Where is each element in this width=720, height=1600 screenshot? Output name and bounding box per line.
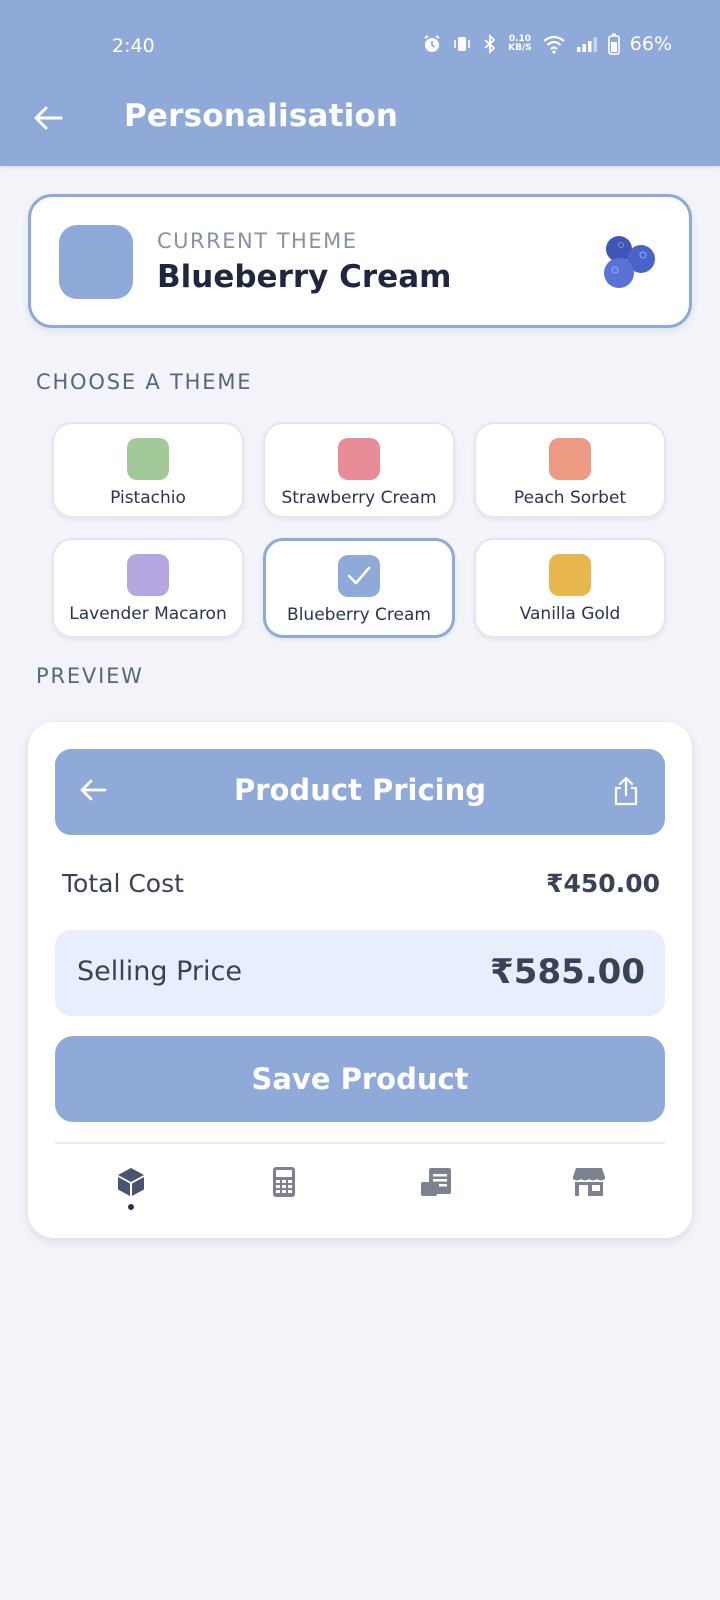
network-speed: 0.10 KB/S [508, 34, 532, 53]
theme-swatch [338, 555, 380, 597]
nav-item-records[interactable] [396, 1152, 476, 1222]
theme-swatch [127, 438, 169, 480]
theme-grid: Pistachio Strawberry Cream Peach Sorbet … [52, 422, 670, 638]
theme-swatch [338, 438, 380, 480]
current-theme-name: Blueberry Cream [157, 259, 452, 295]
choose-theme-heading: CHOOSE A THEME [36, 370, 253, 394]
preview-card: Product Pricing Total Cost ₹450.00 Selli… [28, 722, 692, 1238]
bluetooth-icon [484, 34, 496, 54]
selling-price-label: Selling Price [77, 956, 242, 987]
vibrate-icon [454, 37, 470, 51]
selling-price-box: Selling Price ₹585.00 [55, 930, 665, 1016]
blueberry-icon [604, 236, 655, 288]
calculator-icon [272, 1167, 295, 1197]
receipt-icon [421, 1168, 452, 1196]
theme-label: Strawberry Cream [281, 488, 437, 508]
status-time: 2:40 [112, 35, 155, 57]
total-cost-value: ₹450.00 [546, 869, 660, 898]
save-product-button[interactable]: Save Product [55, 1036, 665, 1122]
current-theme-card: CURRENT THEME Blueberry Cream [28, 194, 692, 328]
app-header: 2:40 0.10 KB/S 66% Personalisation [0, 0, 720, 166]
theme-option-vanilla-gold[interactable]: Vanilla Gold [474, 538, 666, 638]
theme-option-lavender-macaron[interactable]: Lavender Macaron [52, 538, 244, 638]
theme-option-strawberry-cream[interactable]: Strawberry Cream [263, 422, 455, 518]
active-indicator [128, 1204, 135, 1210]
preview-app-bar: Product Pricing [55, 749, 665, 835]
nav-item-store[interactable] [549, 1152, 629, 1222]
theme-label: Peach Sorbet [513, 488, 627, 508]
preview-title: Product Pricing [233, 773, 487, 807]
signal-icon [576, 37, 597, 52]
theme-option-blueberry-cream[interactable]: Blueberry Cream [263, 538, 455, 638]
wifi-icon [543, 35, 565, 54]
current-theme-label: CURRENT THEME [157, 229, 358, 253]
page-title: Personalisation [124, 98, 399, 134]
theme-label: Pistachio [110, 488, 186, 508]
box-icon [118, 1168, 145, 1196]
theme-swatch [127, 554, 169, 596]
preview-bottom-nav [55, 1152, 665, 1222]
selling-price-value: ₹585.00 [490, 952, 645, 992]
arrow-left-icon [34, 106, 63, 130]
theme-label: Blueberry Cream [287, 605, 431, 625]
back-button[interactable] [30, 100, 66, 136]
preview-heading: PREVIEW [36, 664, 144, 688]
theme-swatch [549, 438, 591, 480]
current-theme-swatch [59, 225, 133, 299]
nav-item-products[interactable] [91, 1152, 171, 1222]
theme-option-pistachio[interactable]: Pistachio [52, 422, 244, 518]
battery-icon [607, 33, 620, 55]
theme-option-peach-sorbet[interactable]: Peach Sorbet [474, 422, 666, 518]
theme-label: Vanilla Gold [519, 604, 621, 624]
status-bar: 2:40 0.10 KB/S 66% [0, 0, 720, 92]
status-icons: 0.10 KB/S 66% [422, 33, 672, 55]
check-icon [347, 566, 371, 585]
nav-item-calculator[interactable] [244, 1152, 324, 1222]
theme-swatch [549, 554, 591, 596]
store-icon [572, 1168, 605, 1196]
total-cost-label: Total Cost [62, 869, 184, 898]
theme-label: Lavender Macaron [69, 604, 227, 624]
share-icon[interactable] [613, 776, 639, 806]
alarm-icon [424, 35, 440, 52]
battery-percent: 66% [629, 33, 672, 55]
divider [55, 1142, 665, 1144]
